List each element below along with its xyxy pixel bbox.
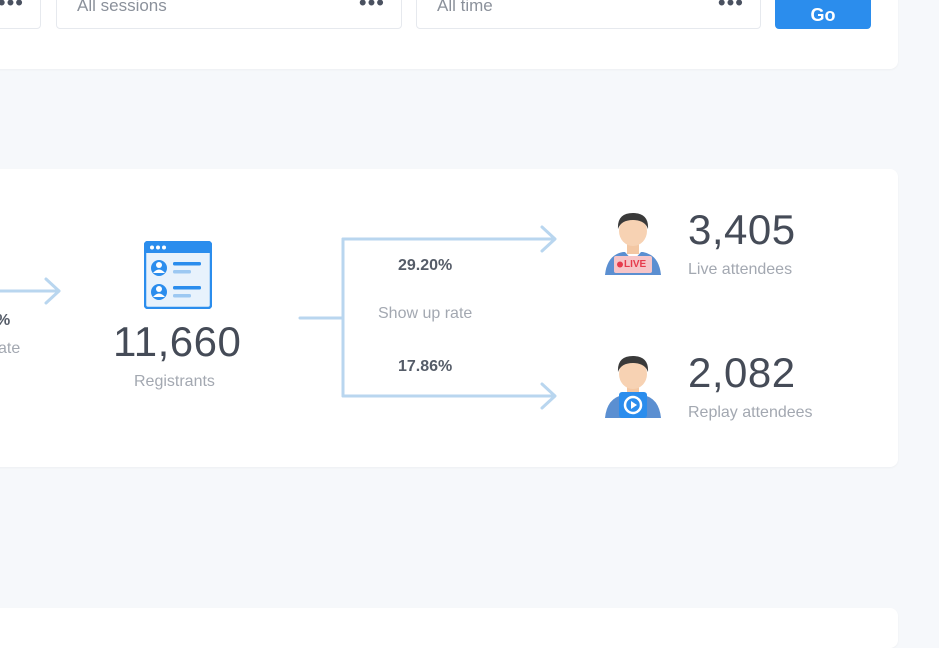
next-section-card: [0, 608, 898, 648]
left-rate-value-partial: %: [0, 312, 10, 330]
registrants-label: Registrants: [134, 373, 215, 390]
arrow-into-registrants: [0, 277, 61, 305]
replay-attendees-count: 2,082: [688, 349, 796, 396]
registrants-form-icon: [144, 241, 212, 309]
registrants-count: 11,660: [113, 318, 242, 365]
left-rate-label-partial: ate: [0, 340, 21, 357]
replay-attendees-label: Replay attendees: [688, 404, 813, 421]
live-badge-text: LIVE: [624, 259, 647, 270]
live-attendees-label: Live attendees: [688, 261, 793, 278]
replay-attendee-avatar-icon: [605, 356, 661, 418]
live-attendees-count: 3,405: [688, 206, 796, 253]
live-show-up-percent: 29.20%: [398, 257, 453, 274]
replay-show-up-percent: 17.86%: [398, 358, 453, 375]
show-up-rate-label: Show up rate: [378, 305, 473, 322]
